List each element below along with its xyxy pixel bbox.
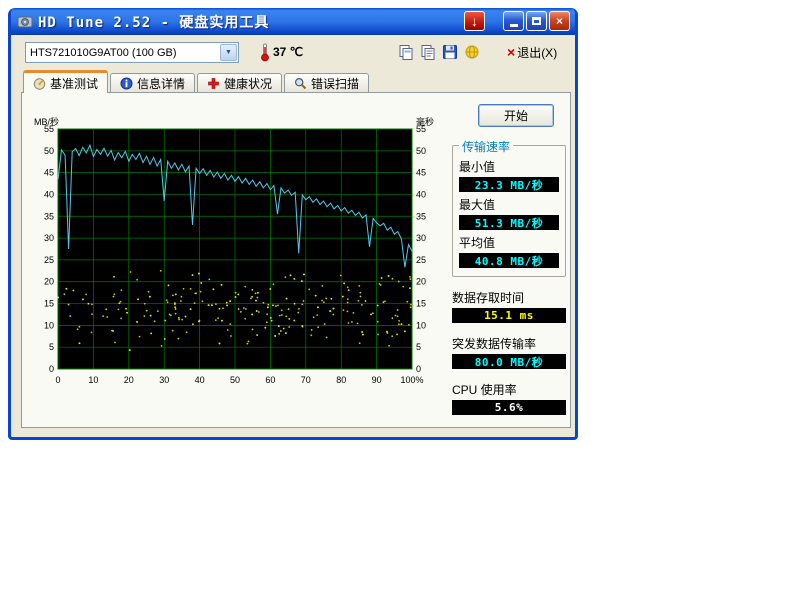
title-bar[interactable]: HD Tune 2.52 - 硬盘实用工具 ↓ × [11,8,575,35]
svg-text:40: 40 [416,189,426,199]
copy-image-icon [398,44,414,60]
start-button[interactable]: 开始 [478,104,554,127]
access-time-section: 数据存取时间 15.1 ms [452,289,566,323]
results-column: 传输速率 最小值 23.3 MB/秒 最大值 51.3 MB/秒 平均值 40.… [452,139,566,415]
chevron-down-icon[interactable]: ▼ [220,44,237,61]
benchmark-chart-container: MB/秒毫秒0055101015152020252530303535404045… [32,115,436,398]
tab-info-label: 信息详情 [137,75,185,92]
tab-info[interactable]: 信息详情 [110,73,195,93]
tab-error-scan[interactable]: 错误扫描 [284,73,369,93]
tab-health[interactable]: 健康状况 [197,73,282,93]
svg-text:50: 50 [416,146,426,156]
temperature-value: 37 ℃ [273,45,303,59]
svg-text:20: 20 [124,375,134,385]
svg-text:90: 90 [372,375,382,385]
copy-text-button[interactable] [417,41,439,63]
svg-text:45: 45 [44,168,54,178]
svg-text:15: 15 [44,299,54,309]
exit-label: 退出(X) [517,44,557,61]
svg-text:10: 10 [44,320,54,330]
svg-text:35: 35 [416,211,426,221]
drive-select-value: HTS721010G9AT00 (100 GB) [26,47,219,59]
burst-rate-section: 突发数据传输率 80.0 MB/秒 [452,335,566,369]
svg-text:0: 0 [416,364,421,374]
drive-select-dropdown[interactable]: HTS721010G9AT00 (100 GB) ▼ [25,42,239,63]
min-value: 23.3 MB/秒 [459,177,559,192]
svg-text:25: 25 [44,255,54,265]
svg-text:55: 55 [416,124,426,134]
svg-text:70: 70 [301,375,311,385]
tab-error-scan-label: 错误扫描 [311,75,359,92]
minimize-button[interactable] [503,11,524,31]
max-label: 最大值 [459,196,559,213]
svg-text:30: 30 [416,233,426,243]
hd-tune-window: HD Tune 2.52 - 硬盘实用工具 ↓ × HTS721010G9AT0… [8,8,578,440]
cpu-usage-section: CPU 使用率 5.6% [452,381,566,415]
download-overlay-button[interactable]: ↓ [464,11,485,31]
copy-image-button[interactable] [395,41,417,63]
svg-text:30: 30 [159,375,169,385]
tab-benchmark[interactable]: 基准测试 [23,70,108,93]
svg-text:5: 5 [49,342,54,352]
benchmark-icon [33,77,46,90]
svg-text:30: 30 [44,233,54,243]
avg-value: 40.8 MB/秒 [459,253,559,268]
copy-text-icon [420,44,436,60]
toolbar: HTS721010G9AT00 (100 GB) ▼ 37 ℃ [11,35,575,69]
max-value: 51.3 MB/秒 [459,215,559,230]
export-icon [464,44,480,60]
thermometer-icon [259,42,271,62]
tab-benchmark-label: 基准测试 [50,75,98,92]
maximize-icon [532,17,541,25]
minimize-icon [510,24,518,27]
svg-text:40: 40 [195,375,205,385]
transfer-rate-group-title: 传输速率 [459,138,513,155]
exit-x-icon: × [507,44,515,60]
close-button[interactable]: × [549,11,570,31]
export-button[interactable] [461,41,483,63]
transfer-rate-group: 传输速率 最小值 23.3 MB/秒 最大值 51.3 MB/秒 平均值 40.… [452,145,566,277]
tab-strip: 基准测试 信息详情 健康状况 错误扫描 [23,70,371,93]
access-time-value: 15.1 ms [452,308,566,323]
avg-label: 平均值 [459,234,559,251]
cpu-usage-label: CPU 使用率 [452,381,566,398]
tab-health-label: 健康状况 [224,75,272,92]
cpu-usage-value: 5.6% [452,400,566,415]
health-icon [207,77,220,90]
burst-rate-label: 突发数据传输率 [452,335,566,352]
exit-button[interactable]: × 退出(X) [507,41,557,63]
svg-text:15: 15 [416,299,426,309]
min-label: 最小值 [459,158,559,175]
svg-text:55: 55 [44,124,54,134]
svg-text:50: 50 [230,375,240,385]
svg-text:10: 10 [416,320,426,330]
svg-text:5: 5 [416,342,421,352]
benchmark-panel: 开始 MB/秒毫秒0055101015152020252530303535404… [21,92,571,428]
maximize-button[interactable] [526,11,547,31]
app-icon [17,14,33,30]
svg-text:80: 80 [336,375,346,385]
burst-rate-value: 80.0 MB/秒 [452,354,566,369]
access-time-label: 数据存取时间 [452,289,566,306]
svg-text:35: 35 [44,211,54,221]
toolbar-icon-bar [395,41,483,63]
svg-text:25: 25 [416,255,426,265]
save-icon [442,44,458,60]
save-button[interactable] [439,41,461,63]
benchmark-chart: MB/秒毫秒0055101015152020252530303535404045… [32,115,436,393]
info-icon [120,77,133,90]
error-scan-icon [294,77,307,90]
svg-text:20: 20 [416,277,426,287]
svg-text:50: 50 [44,146,54,156]
svg-text:0: 0 [49,364,54,374]
svg-text:10: 10 [88,375,98,385]
svg-text:20: 20 [44,277,54,287]
svg-text:0: 0 [55,375,60,385]
window-title: HD Tune 2.52 - 硬盘实用工具 [38,12,269,32]
svg-text:60: 60 [265,375,275,385]
svg-text:45: 45 [416,168,426,178]
svg-text:100%: 100% [400,375,423,385]
svg-text:40: 40 [44,189,54,199]
